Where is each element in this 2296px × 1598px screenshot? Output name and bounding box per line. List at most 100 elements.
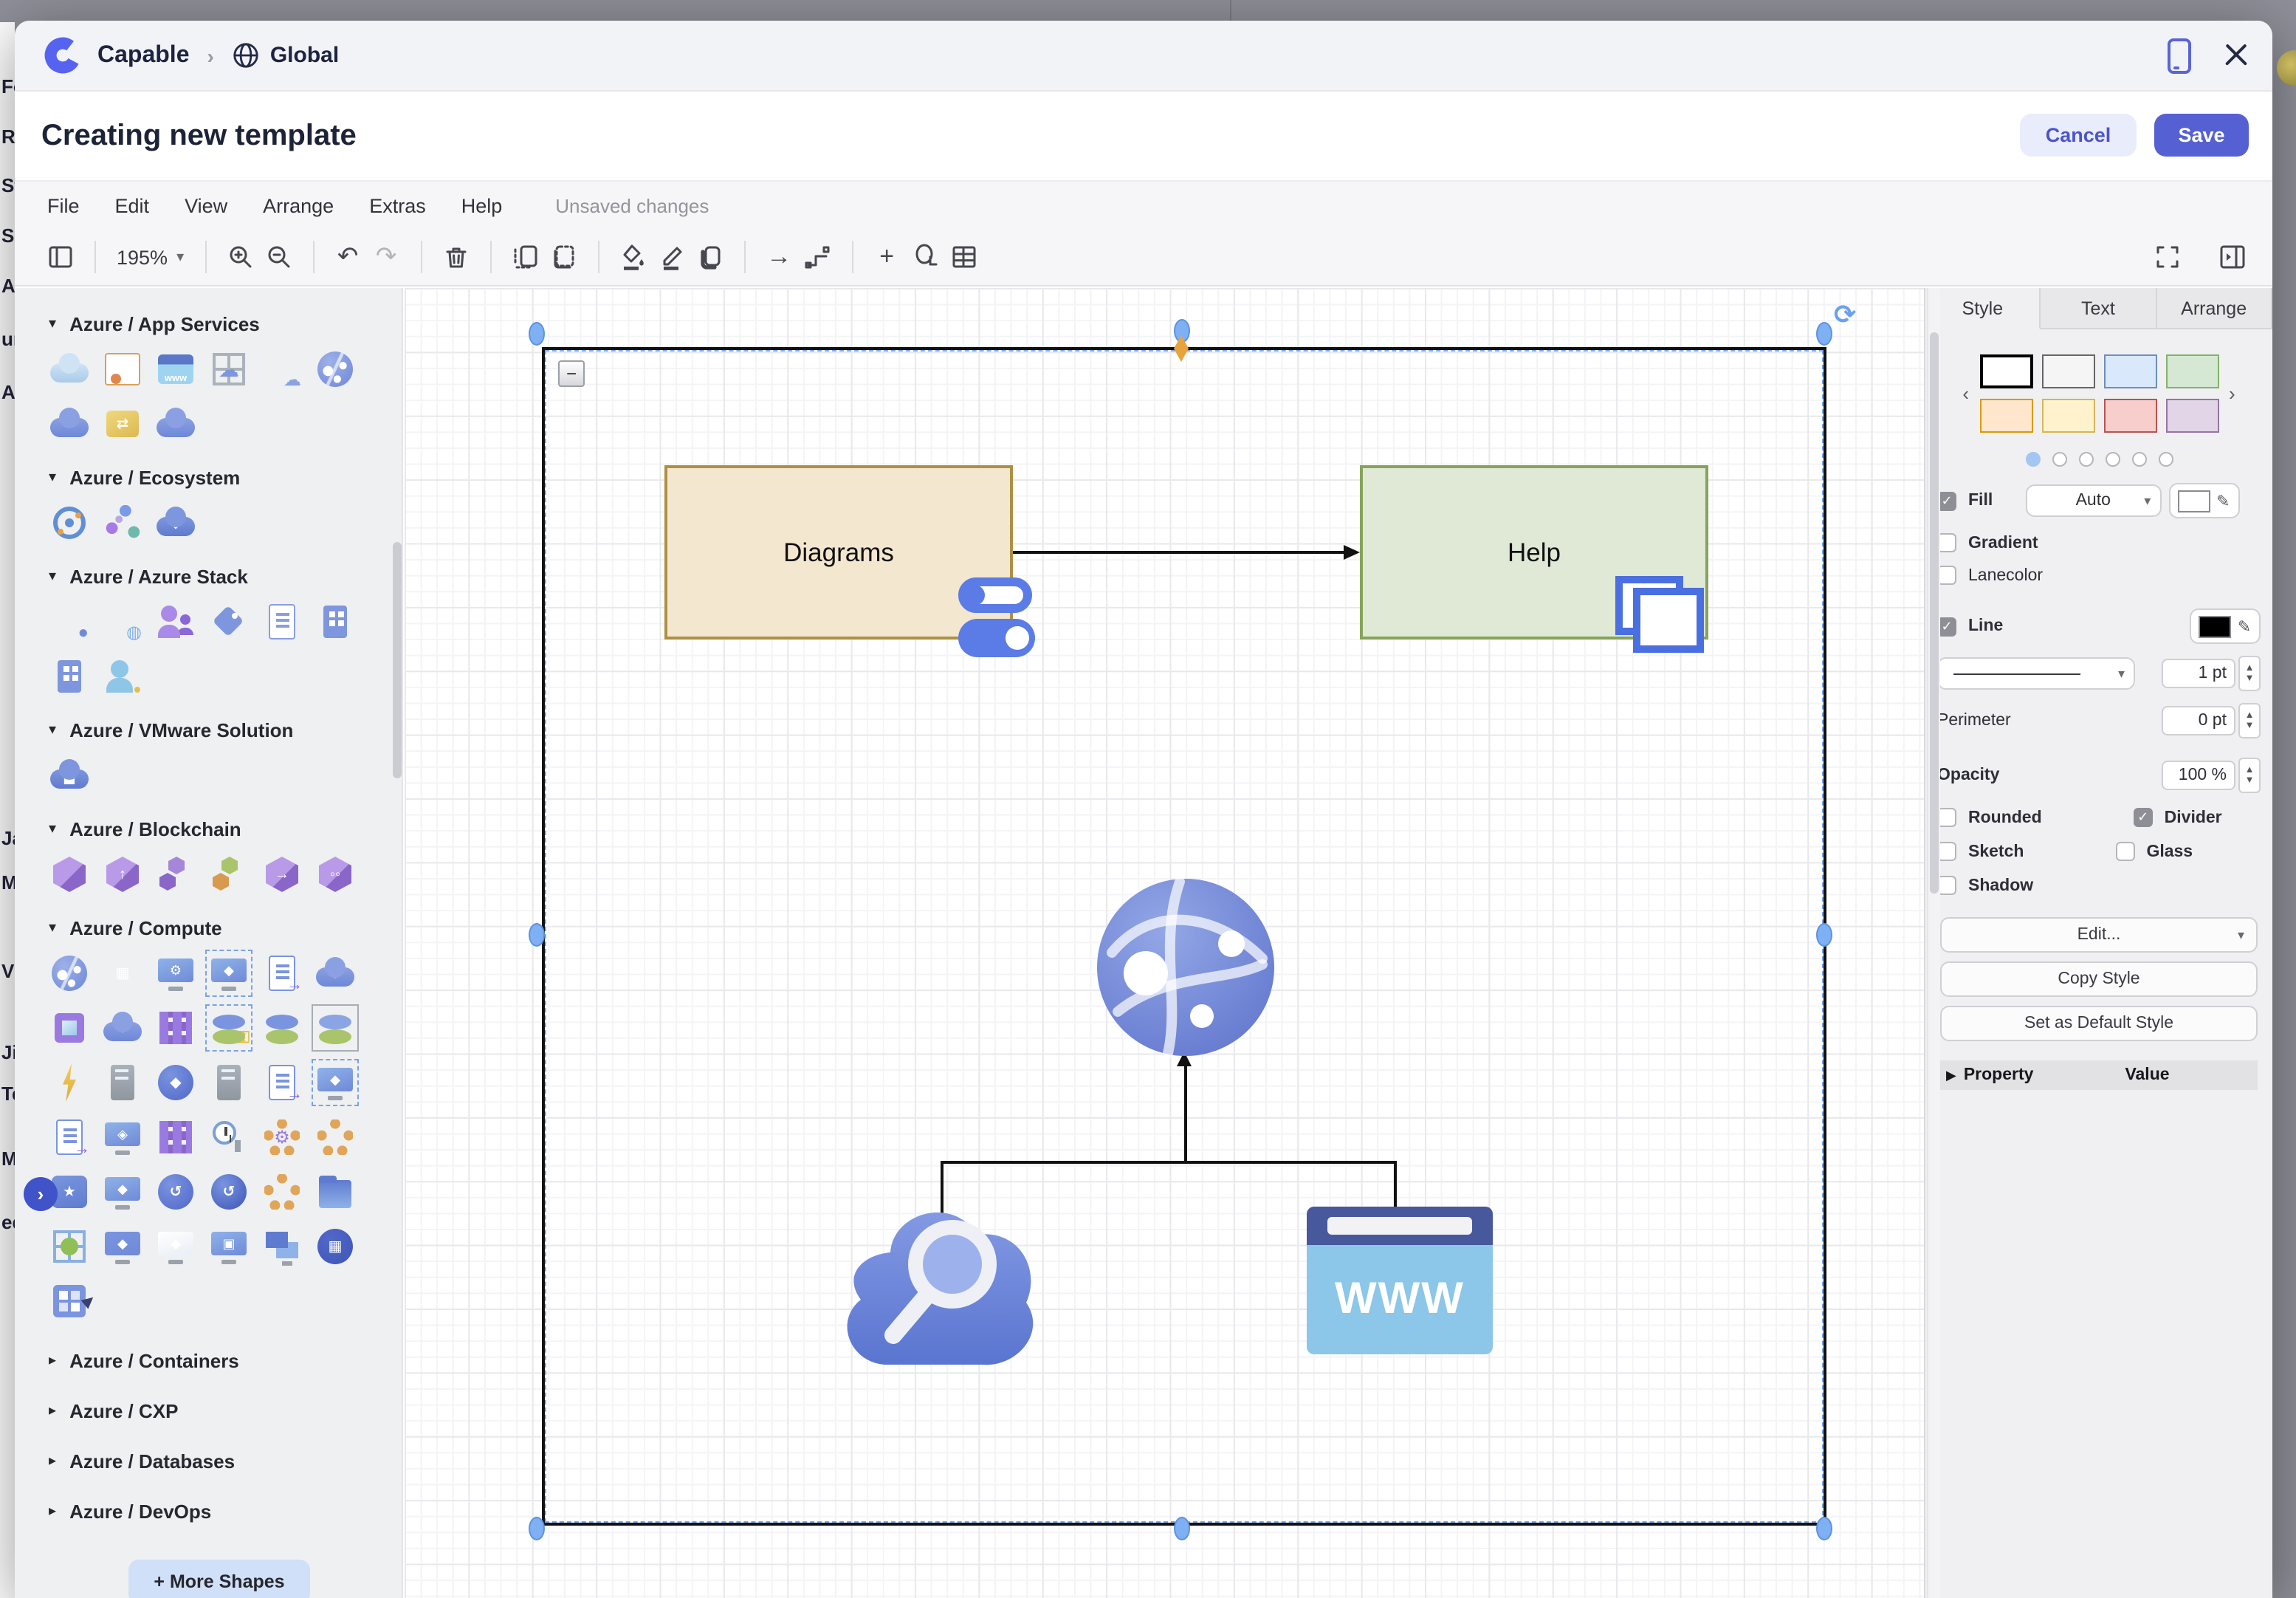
sphere-cube-icon[interactable]: ◆ [155,1062,196,1103]
edge-diagrams-help[interactable] [1013,551,1344,554]
cdn-profiles-icon[interactable]: ≡ [49,403,90,445]
disk-key-selected-icon[interactable]: ⚿ [208,1007,250,1049]
vm-selected-dashed-icon[interactable]: ◆ [208,953,250,994]
monitor-cube-white-icon[interactable]: ◆ [155,1226,196,1267]
tree-edge-horizontal[interactable] [942,1161,1397,1164]
azure-vmware-solution-icon[interactable]: ▄ [49,755,90,796]
tab-arrange[interactable]: Arrange [2156,288,2272,328]
fill-mode-dropdown[interactable]: Auto▾ [2025,484,2161,517]
undo-icon[interactable]: ↶ [329,238,367,276]
token-service-icon[interactable]: ◦◦ [315,854,356,895]
edit-button[interactable]: Edit...▾ [1940,917,2258,953]
selection-handle-se[interactable] [1816,1517,1832,1540]
image-gallery-icon[interactable] [315,1171,356,1213]
fill-color-button[interactable]: ✎ [2168,483,2239,518]
network-globe-icon[interactable] [1094,876,1277,1059]
connection-arrow-icon[interactable]: → [760,238,798,276]
app-tiles-sphere-icon[interactable]: ▦ [315,1226,356,1267]
swatch-page-dot-0[interactable] [2025,452,2040,467]
table-icon[interactable] [944,238,983,276]
tab-text[interactable]: Text [2041,288,2157,328]
line-style-dropdown[interactable]: ▾ [1937,657,2135,690]
swatch-next-icon[interactable]: › [2227,383,2237,405]
swatch-prev-icon[interactable]: ‹ [1961,383,1970,405]
mesh-pentagon-icon[interactable] [261,1171,303,1213]
spring-cloud-icon[interactable] [49,1226,90,1267]
blockchain-service-icon[interactable]: ↑ [102,854,143,895]
perimeter-input[interactable]: 0 pt [2162,706,2235,735]
palette-section-azure-databases[interactable]: ▸Azure / Databases [49,1450,402,1472]
outbound-connection-icon[interactable]: → [261,854,303,895]
selection-handle-sw[interactable] [529,1517,545,1540]
fill-color-icon[interactable] [613,238,652,276]
style-swatch-0[interactable] [1979,354,2032,388]
applens-icon[interactable] [49,502,90,543]
palette-section-azure-ecosystem[interactable]: ▾Azure / Ecosystem [49,467,402,489]
selection-handle-s[interactable] [1174,1517,1190,1540]
collapse-group-button[interactable]: − [558,360,585,387]
diagram-canvas[interactable]: − ⟳ Diagrams Help [405,288,1940,1598]
www-browser-icon[interactable]: WWW [1307,1207,1493,1354]
style-swatch-5[interactable] [2041,399,2094,433]
app-service-plans-icon[interactable]: ☁ [261,349,303,390]
grid-sphere-icon[interactable]: ▦ [102,953,143,994]
shadow-icon[interactable] [690,238,729,276]
function-bolt-icon[interactable] [49,1062,90,1103]
line-width-stepper[interactable]: ▲▼ [2238,656,2261,691]
style-swatch-6[interactable] [2103,399,2156,433]
palette-section-azure-vmware-solution[interactable]: ▾Azure / VMware Solution [49,719,402,741]
expand-panel-button[interactable]: › [24,1177,58,1211]
palette-section-azure-compute[interactable]: ▾Azure / Compute [49,917,402,939]
monitor-clone-dashed-icon[interactable]: ◆ [315,1062,356,1103]
save-button[interactable]: Save [2154,114,2249,157]
restore-point-icon[interactable]: ↺ [155,1171,196,1213]
perimeter-stepper[interactable]: ▲▼ [2238,703,2261,738]
document-export-icon[interactable]: → [49,1117,90,1158]
copy-style-button[interactable]: Copy Style [1940,961,2258,997]
search-services-icon[interactable]: ○ [155,403,196,445]
cloud-upload-container-icon[interactable]: ↑ [102,1007,143,1049]
disk-stack-icon[interactable] [261,1007,303,1049]
server-rack-2-icon[interactable] [208,1062,250,1103]
updates-building-icon[interactable] [315,601,356,642]
app-service-domains-icon[interactable]: www [155,349,196,390]
palette-section-azure-cxp[interactable]: ▸Azure / CXP [49,1400,402,1422]
container-grid-purple-2-icon[interactable] [155,1117,196,1158]
style-swatch-3[interactable] [2165,354,2218,388]
toggle-sidebar-icon[interactable] [41,238,80,276]
close-icon[interactable] [2224,43,2249,68]
palette-section-azure-azure-stack[interactable]: ▾Azure / Azure Stack [49,566,402,588]
chip-cube-icon[interactable] [49,1007,90,1049]
to-front-icon[interactable] [506,238,544,276]
more-shapes-button[interactable]: + More Shapes [128,1560,310,1598]
zoom-out-icon[interactable] [259,238,298,276]
palette-scrollbar[interactable] [393,542,402,778]
swatch-page-dot-1[interactable] [2052,452,2066,467]
mobile-preview-icon[interactable] [2168,38,2191,73]
line-color-icon[interactable] [652,238,690,276]
tree-edge-vertical[interactable] [1184,1066,1187,1162]
toggle-shape-on[interactable] [958,619,1035,657]
palette-section-azure-containers[interactable]: ▸Azure / Containers [49,1350,402,1372]
blockchain-member-icon[interactable] [49,854,90,895]
opacity-input[interactable]: 100 % [2162,761,2235,790]
menu-item-extras[interactable]: Extras [369,194,426,216]
monitor-cube-brackets-icon[interactable]: ▣ [208,1226,250,1267]
windows-shape-front[interactable] [1633,588,1704,653]
fullscreen-icon[interactable] [2148,238,2187,276]
selection-handle-w[interactable] [529,923,545,947]
palette-section-azure-devops[interactable]: ▸Azure / DevOps [49,1501,402,1523]
workspace-tiles-cursor-icon[interactable]: ▶ [49,1280,90,1322]
opacity-stepper[interactable]: ▲▼ [2238,758,2261,793]
swatch-page-dot-5[interactable] [2158,452,2173,467]
waypoints-icon[interactable] [798,238,836,276]
delete-icon[interactable] [436,238,475,276]
tree-edge-right[interactable] [1394,1161,1397,1210]
monitor-cube-icon[interactable]: ◆ [102,1171,143,1213]
zoom-dropdown[interactable]: 195% ▾ [111,246,190,268]
infrastructure-backup-icon[interactable]: ◍ [102,601,143,642]
monitor-blue-icon[interactable]: ◆ [102,1226,143,1267]
style-swatch-1[interactable] [2041,354,2094,388]
menu-item-arrange[interactable]: Arrange [263,194,334,216]
breadcrumb-scope[interactable]: Global [270,43,339,68]
